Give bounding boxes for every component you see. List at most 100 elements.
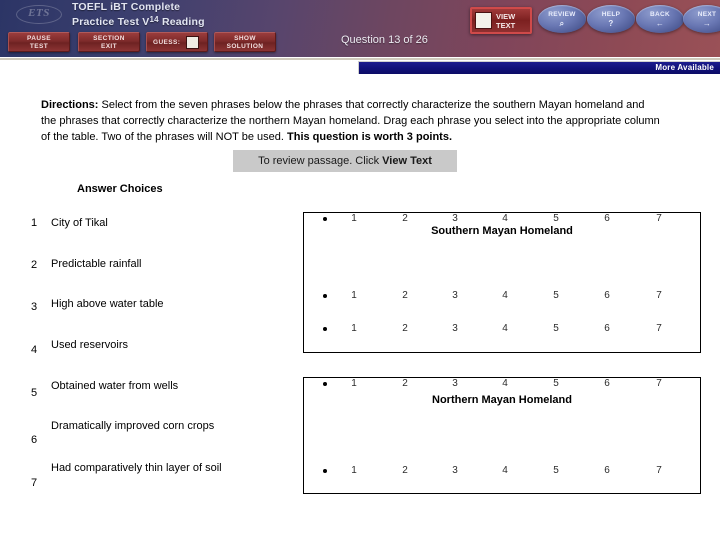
- more-available-label: More Available: [655, 63, 714, 72]
- drop-slot[interactable]: 6: [601, 323, 613, 334]
- drop-slot[interactable]: 7: [653, 290, 665, 301]
- help-label: HELP: [601, 10, 621, 18]
- answer-choices-title: Answer Choices: [77, 183, 163, 195]
- drop-slot[interactable]: 3: [449, 378, 461, 389]
- section-exit-label-1: SECTION: [93, 34, 125, 42]
- drop-slot[interactable]: 4: [499, 213, 511, 224]
- answer-choice-item[interactable]: Predictable rainfall: [51, 258, 142, 270]
- bullet-icon: [323, 469, 327, 473]
- drop-slot[interactable]: 3: [449, 465, 461, 476]
- answer-choice-number: 2: [31, 259, 38, 271]
- guess-button[interactable]: GUESS:: [146, 32, 208, 52]
- northern-homeland-table[interactable]: Northern Mayan Homeland 1 2 3 4 5 6 7 1 2 3 4 5 6 7: [303, 377, 701, 494]
- drop-slot[interactable]: 2: [399, 378, 411, 389]
- drop-slot[interactable]: 6: [601, 213, 613, 224]
- drop-slot[interactable]: 5: [550, 465, 562, 476]
- southern-homeland-table[interactable]: Southern Mayan Homeland 1234567123456712…: [303, 212, 701, 353]
- drop-slot[interactable]: 2: [399, 465, 411, 476]
- answer-choice-item[interactable]: Used reservoirs: [51, 339, 128, 351]
- answer-choice-number: 4: [31, 344, 38, 356]
- drop-target-row[interactable]: 1 2 3 4 5 6 7: [304, 465, 700, 479]
- bullet-icon: [323, 382, 327, 386]
- magnifier-icon: ⌕: [559, 18, 565, 28]
- bullet-icon: [323, 294, 327, 298]
- drop-slot[interactable]: 1: [348, 323, 360, 334]
- next-label: NEXT: [697, 10, 717, 18]
- app-title-version: 14: [149, 14, 159, 24]
- next-button[interactable]: NEXT →: [683, 5, 720, 33]
- guess-label: GUESS:: [153, 38, 181, 46]
- review-note-bold: View Text: [382, 155, 432, 167]
- drop-slot[interactable]: 1: [348, 213, 360, 224]
- review-button[interactable]: REVIEW ⌕: [538, 5, 586, 33]
- drop-slot[interactable]: 7: [653, 323, 665, 334]
- app-title-line2-post: Reading: [158, 15, 205, 28]
- app-title: TOEFL iBT Complete Practice Test V14 Rea…: [72, 1, 205, 28]
- drop-slot[interactable]: 3: [449, 290, 461, 301]
- drop-slot[interactable]: 7: [653, 213, 665, 224]
- answer-choice-number: 5: [31, 387, 38, 399]
- drop-target-row[interactable]: 1 2 3 4 5 6 7: [304, 323, 700, 337]
- drop-slot[interactable]: 6: [601, 465, 613, 476]
- back-button[interactable]: BACK ←: [636, 5, 684, 33]
- drop-slot[interactable]: 5: [550, 323, 562, 334]
- header-divider: [0, 58, 720, 60]
- guess-checkbox[interactable]: [186, 36, 200, 49]
- app-title-line2-pre: Practice Test V: [72, 15, 150, 28]
- drop-slot[interactable]: 4: [499, 465, 511, 476]
- drop-target-row[interactable]: 1 2 3 4 5 6 7: [304, 213, 700, 227]
- directions-label: Directions:: [41, 99, 99, 111]
- drop-slot[interactable]: 5: [550, 378, 562, 389]
- drop-slot[interactable]: 4: [499, 378, 511, 389]
- northern-homeland-title: Northern Mayan Homeland: [432, 394, 572, 406]
- drop-slot[interactable]: 1: [348, 465, 360, 476]
- help-button[interactable]: HELP ?: [587, 5, 635, 33]
- answer-choice-item[interactable]: High above water table: [51, 298, 164, 310]
- section-exit-button[interactable]: SECTION EXIT: [78, 32, 140, 52]
- answer-choice-number: 1: [31, 217, 38, 229]
- pause-test-label-1: PAUSE: [27, 34, 51, 42]
- drop-slot[interactable]: 2: [399, 323, 411, 334]
- drop-slot[interactable]: 5: [550, 213, 562, 224]
- show-solution-button[interactable]: SHOW SOLUTION: [214, 32, 276, 52]
- answer-choice-item[interactable]: Had comparatively thin layer of soil: [51, 462, 222, 474]
- question-mark-icon: ?: [608, 18, 614, 28]
- pause-test-button[interactable]: PAUSE TEST: [8, 32, 70, 52]
- answer-choice-number: 7: [31, 477, 38, 489]
- review-passage-note[interactable]: To review passage. Click View Text: [233, 150, 457, 172]
- drop-slot[interactable]: 4: [499, 323, 511, 334]
- answer-choice-item[interactable]: City of Tikal: [51, 217, 108, 229]
- drop-slot[interactable]: 6: [601, 378, 613, 389]
- answer-choice-item[interactable]: Dramatically improved corn crops: [51, 420, 214, 432]
- left-arrow-icon: ←: [655, 18, 665, 28]
- review-label: REVIEW: [548, 10, 576, 18]
- right-arrow-icon: →: [702, 18, 712, 28]
- drop-slot[interactable]: 4: [499, 290, 511, 301]
- directions-points: This question is worth 3 points.: [287, 131, 453, 143]
- section-exit-label-2: EXIT: [100, 42, 118, 50]
- drop-slot[interactable]: 1: [348, 378, 360, 389]
- drop-slot[interactable]: 2: [399, 213, 411, 224]
- view-text-label-2: TEXT: [496, 20, 516, 30]
- drop-target-row[interactable]: 1 2 3 4 5 6 7: [304, 290, 700, 304]
- drop-slot[interactable]: 3: [449, 323, 461, 334]
- drop-slot[interactable]: 1: [348, 290, 360, 301]
- drop-slot[interactable]: 2: [399, 290, 411, 301]
- view-text-checkbox-icon: [475, 12, 492, 29]
- drop-slot[interactable]: 7: [653, 378, 665, 389]
- app-title-line1: TOEFL iBT Complete: [72, 1, 181, 13]
- drop-target-row[interactable]: 1 2 3 4 5 6 7: [304, 378, 700, 392]
- ets-logo-icon: ETS: [16, 5, 62, 24]
- drop-slot[interactable]: 5: [550, 290, 562, 301]
- app-header: ETS TOEFL iBT Complete Practice Test V14…: [0, 0, 720, 57]
- drop-slot[interactable]: 3: [449, 213, 461, 224]
- bullet-icon: [323, 217, 327, 221]
- answer-choice-number: 6: [31, 434, 38, 446]
- drop-slot[interactable]: 7: [653, 465, 665, 476]
- show-solution-label-2: SOLUTION: [226, 42, 264, 50]
- answer-choice-item[interactable]: Obtained water from wells: [51, 380, 178, 392]
- pause-test-label-2: TEST: [29, 42, 49, 50]
- review-note-text: To review passage. Click: [258, 155, 380, 167]
- view-text-button[interactable]: VIEW TEXT: [470, 7, 532, 34]
- drop-slot[interactable]: 6: [601, 290, 613, 301]
